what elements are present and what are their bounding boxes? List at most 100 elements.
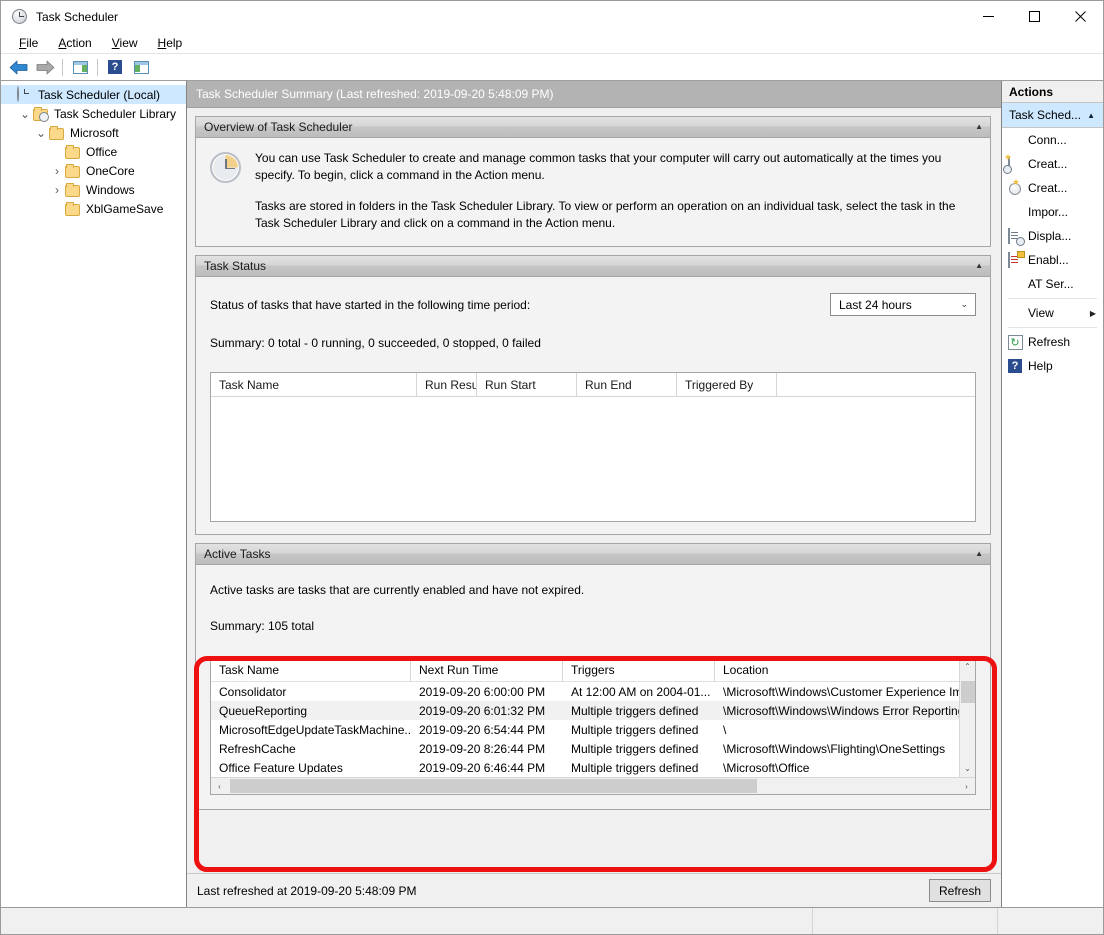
tree-item-task-scheduler-local[interactable]: Task Scheduler (Local) <box>1 85 186 104</box>
action-create-basic-task[interactable]: Creat... <box>1002 152 1103 176</box>
action-refresh[interactable]: ↻ Refresh <box>1002 330 1103 354</box>
task-status-section: Task Status ▲ Status of tasks that have … <box>195 255 991 535</box>
collapse-chevron-icon[interactable]: ▲ <box>975 123 983 131</box>
tree-item-microsoft[interactable]: ⌄ Microsoft <box>1 123 186 142</box>
action-label: Help <box>1028 359 1053 373</box>
cell-location: \ <box>723 722 727 737</box>
vertical-scroll-track[interactable] <box>960 675 976 760</box>
tree-item-label: XblGameSave <box>86 201 164 216</box>
chevron-right-icon[interactable]: › <box>49 183 65 197</box>
action-enable-all-tasks-history[interactable]: Enabl... <box>1002 248 1103 272</box>
menu-bar: File Action View Help <box>1 32 1103 54</box>
active-tasks-grid[interactable]: Task Name Next Run Time Triggers Locatio… <box>210 657 976 795</box>
action-import-task[interactable]: Impor... <box>1002 200 1103 224</box>
cell-triggers: Multiple triggers defined <box>571 760 699 775</box>
column-header-run-result[interactable]: Run Result <box>417 373 477 396</box>
scroll-down-icon[interactable]: ⌄ <box>960 760 976 777</box>
menu-view[interactable]: View <box>102 33 148 53</box>
column-header-spacer[interactable] <box>777 373 975 396</box>
time-period-value: Last 24 hours <box>839 297 912 312</box>
maximize-button[interactable] <box>1011 1 1057 32</box>
action-connect-to-another-computer[interactable]: Conn... <box>1002 128 1103 152</box>
menu-help[interactable]: Help <box>148 33 193 53</box>
menu-action[interactable]: Action <box>48 33 101 53</box>
active-tasks-horizontal-scrollbar[interactable]: ‹ › <box>211 777 975 794</box>
actions-separator <box>1008 327 1097 328</box>
cell-location: \Microsoft\Windows\Windows Error Reporti… <box>723 703 959 718</box>
close-button[interactable] <box>1057 1 1103 32</box>
action-help[interactable]: ? Help <box>1002 354 1103 378</box>
menu-file[interactable]: File <box>9 33 48 53</box>
time-period-label: Status of tasks that have started in the… <box>210 298 531 312</box>
folder-icon <box>65 144 81 160</box>
column-header-run-start[interactable]: Run Start <box>477 373 577 396</box>
action-label: Creat... <box>1028 181 1068 195</box>
active-tasks-section-header[interactable]: Active Tasks ▲ <box>196 544 990 565</box>
task-status-grid-body[interactable] <box>211 397 975 521</box>
action-display-all-running-tasks[interactable]: Displa... <box>1002 224 1103 248</box>
active-tasks-section: Active Tasks ▲ Active tasks are tasks th… <box>195 543 991 810</box>
column-header-task-name[interactable]: Task Name <box>211 658 411 682</box>
create-basic-task-icon <box>1002 153 1028 174</box>
column-header-location[interactable]: Location <box>715 658 959 682</box>
action-label: Displa... <box>1028 229 1072 243</box>
column-header-triggers[interactable]: Triggers <box>563 658 715 682</box>
minimize-button[interactable] <box>965 1 1011 32</box>
cell-location: \Microsoft\Windows\Customer Experience I… <box>723 684 959 699</box>
clock-icon <box>17 85 33 103</box>
vertical-scroll-thumb[interactable] <box>960 681 975 703</box>
folder-icon <box>49 125 65 141</box>
scroll-up-icon[interactable]: ⌃ <box>960 658 976 675</box>
forward-arrow-icon[interactable] <box>32 56 58 79</box>
table-row[interactable]: Consolidator 2019-09-20 6:00:00 PM At 12… <box>211 682 959 701</box>
tree-item-xblgamesave[interactable]: XblGameSave <box>1 199 186 218</box>
actions-group-task-scheduler[interactable]: Task Sched... ▲ <box>1002 103 1103 128</box>
scroll-right-icon[interactable]: › <box>958 778 975 795</box>
column-header-task-name[interactable]: Task Name <box>211 373 417 396</box>
cell-task-name: Office Feature Updates <box>219 760 343 775</box>
help-icon[interactable]: ? <box>102 56 128 79</box>
show-hide-action-pane-icon[interactable] <box>128 56 154 79</box>
active-tasks-vertical-scrollbar[interactable]: ⌃ ⌄ <box>959 658 975 777</box>
chevron-right-icon[interactable]: › <box>49 164 65 178</box>
tree-item-windows[interactable]: › Windows <box>1 180 186 199</box>
action-view[interactable]: View ▶ <box>1002 301 1103 325</box>
chevron-down-icon[interactable]: ⌄ <box>960 299 968 310</box>
table-row[interactable]: QueueReporting 2019-09-20 6:01:32 PM Mul… <box>211 701 959 720</box>
active-tasks-description: Active tasks are tasks that are currentl… <box>210 583 585 597</box>
refresh-button[interactable]: Refresh <box>929 879 991 902</box>
table-row[interactable]: MicrosoftEdgeUpdateTaskMachine... 2019-0… <box>211 720 959 739</box>
task-status-grid[interactable]: Task Name Run Result Run Start Run End T… <box>210 372 976 522</box>
column-header-next-run-time[interactable]: Next Run Time <box>411 658 563 682</box>
chevron-down-icon[interactable]: ⌄ <box>17 107 33 121</box>
overview-section-header[interactable]: Overview of Task Scheduler ▲ <box>196 117 990 138</box>
column-header-run-end[interactable]: Run End <box>577 373 677 396</box>
submenu-arrow-icon[interactable]: ▶ <box>1090 309 1096 318</box>
task-status-grid-header: Task Name Run Result Run Start Run End T… <box>211 373 975 397</box>
collapse-chevron-icon[interactable]: ▲ <box>1087 111 1095 120</box>
action-at-service-account-configuration[interactable]: AT Ser... <box>1002 272 1103 296</box>
back-arrow-icon[interactable] <box>6 56 32 79</box>
collapse-chevron-icon[interactable]: ▲ <box>975 550 983 558</box>
tree-item-task-scheduler-library[interactable]: ⌄ Task Scheduler Library <box>1 104 186 123</box>
summary-scroll-area: Overview of Task Scheduler ▲ You can use… <box>187 108 1001 873</box>
horizontal-scroll-track[interactable] <box>228 778 958 795</box>
table-row[interactable]: Office Feature Updates 2019-09-20 6:46:4… <box>211 758 959 777</box>
tree-item-onecore[interactable]: › OneCore <box>1 161 186 180</box>
action-create-task[interactable]: Creat... <box>1002 176 1103 200</box>
task-status-section-header[interactable]: Task Status ▲ <box>196 256 990 277</box>
toolbar-separator-1 <box>62 58 63 76</box>
cell-task-name: RefreshCache <box>219 741 296 756</box>
show-hide-tree-icon[interactable] <box>67 56 93 79</box>
scroll-left-icon[interactable]: ‹ <box>211 778 228 795</box>
chevron-down-icon[interactable]: ⌄ <box>33 126 49 140</box>
table-row[interactable]: RefreshCache 2019-09-20 8:26:44 PM Multi… <box>211 739 959 758</box>
horizontal-scroll-thumb[interactable] <box>230 778 757 793</box>
status-bar-segment-1 <box>1 908 813 934</box>
time-period-select[interactable]: Last 24 hours ⌄ <box>830 293 976 316</box>
tree-item-office[interactable]: Office <box>1 142 186 161</box>
collapse-chevron-icon[interactable]: ▲ <box>975 262 983 270</box>
column-header-triggered-by[interactable]: Triggered By <box>677 373 777 396</box>
action-label: Conn... <box>1028 133 1067 147</box>
console-tree[interactable]: Task Scheduler (Local) ⌄ Task Scheduler … <box>1 81 187 907</box>
